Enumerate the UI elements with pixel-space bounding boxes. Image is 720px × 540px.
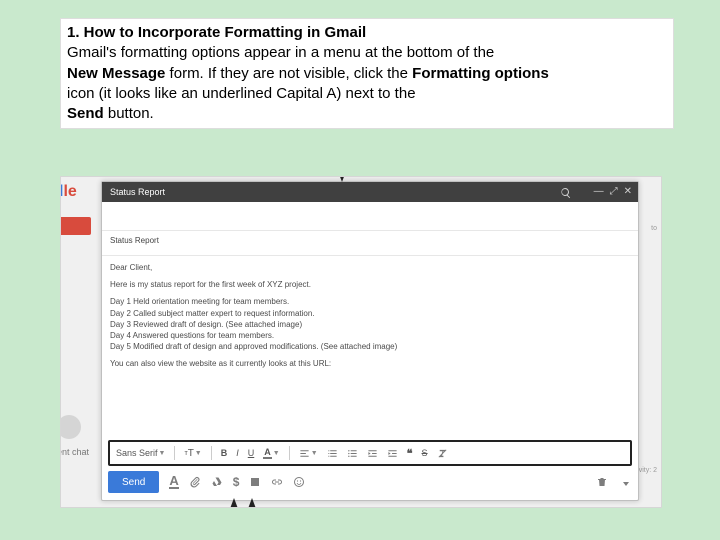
text-color-button[interactable]: A▼ [263,447,279,459]
compose-action-row: Send A $ [108,470,632,494]
compose-header: Status Report — ⤢ ✕ [102,182,638,202]
gmail-screenshot: lle ent chat to activity: 2 Status Repor… [60,176,662,508]
align-button[interactable]: ▼ [299,448,318,459]
instruction-body: Gmail's formatting options appear in a m… [67,43,667,124]
close-icon[interactable]: ✕ [624,182,632,202]
formatting-options-icon[interactable]: A [169,475,178,489]
instruction-title: 1. How to Incorporate Formatting in Gmai… [67,24,366,41]
emoji-icon[interactable] [293,476,305,488]
recent-chat-label: ent chat [60,447,89,457]
minimize-icon[interactable]: — [594,182,604,202]
pointer-arrow-bottom-2 [246,498,258,508]
bold-button[interactable]: B [221,448,228,458]
drive-icon[interactable] [211,476,223,488]
underline-button[interactable]: U [248,448,255,458]
indent-less-button[interactable] [367,448,378,459]
font-size-dropdown[interactable]: тT▼ [184,448,201,459]
insert-link-icon[interactable] [271,476,283,488]
remove-format-button[interactable] [437,448,448,459]
formatting-toolbar: Sans Serif▼ тT▼ B I U A▼ ▼ ❝ S [108,440,632,466]
attach-file-icon[interactable] [189,476,201,488]
avatar [60,415,81,439]
trash-icon[interactable] [596,476,608,488]
subject-field[interactable]: Status Report [102,231,638,256]
money-icon[interactable]: $ [233,475,240,489]
italic-button[interactable]: I [236,448,239,458]
numbered-list-button[interactable] [327,448,338,459]
send-button[interactable]: Send [108,471,159,493]
quote-button[interactable]: ❝ [407,447,413,460]
strike-button[interactable]: S [422,448,428,458]
instruction-box: 1. How to Incorporate Formatting in Gmai… [60,18,674,129]
compose-window: Status Report — ⤢ ✕ Status Report Dear C… [101,181,639,501]
font-family-dropdown[interactable]: Sans Serif▼ [116,448,165,458]
to-field[interactable] [102,202,638,231]
bulleted-list-button[interactable] [347,448,358,459]
more-options-icon[interactable] [620,476,632,488]
expand-icon[interactable]: ⤢ [610,182,618,202]
insert-photo-icon[interactable] [249,476,261,488]
indent-more-button[interactable] [387,448,398,459]
pointer-arrow-bottom-1 [228,498,240,508]
compose-button[interactable] [60,217,91,235]
side-text: to [651,225,657,232]
message-body[interactable]: Dear Client, Here is my status report fo… [102,256,638,376]
compose-title: Status Report [110,187,165,197]
search-icon[interactable] [560,186,572,198]
gmail-logo-fragment: lle [60,183,77,201]
